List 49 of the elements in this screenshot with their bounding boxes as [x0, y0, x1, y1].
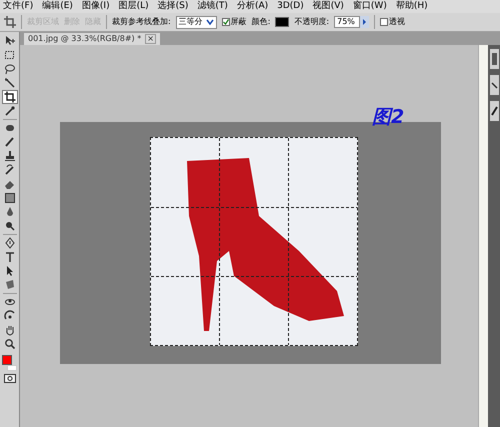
- stamp-icon: [4, 150, 16, 162]
- hand-icon: [4, 324, 16, 336]
- panel-icon[interactable]: [490, 75, 498, 95]
- shield-color-swatch[interactable]: [275, 17, 290, 27]
- brush-icon: [4, 136, 16, 148]
- menu-item[interactable]: 编辑(E): [42, 0, 73, 14]
- caret-icon: [206, 18, 214, 26]
- panel-icon[interactable]: [490, 101, 498, 121]
- menu-item[interactable]: 文件(F): [3, 0, 34, 14]
- zoom-icon: [4, 338, 16, 350]
- document-tab[interactable]: 001.jpg @ 33.3%(RGB/8#) * ×: [24, 33, 160, 45]
- color-label: 颜色:: [252, 16, 270, 28]
- eyedropper-icon: [4, 105, 16, 117]
- crop-tool-icon[interactable]: [4, 16, 16, 28]
- move-icon: [4, 35, 16, 47]
- menu-item[interactable]: 视图(V): [312, 0, 344, 14]
- eraser-icon: [4, 178, 16, 190]
- crop-icon: [4, 91, 16, 103]
- perspective-label: 透视: [389, 16, 406, 28]
- perspective-checkbox[interactable]: [380, 18, 388, 26]
- gradient-icon: [4, 192, 16, 204]
- foreground-color-swatch[interactable]: [2, 355, 12, 365]
- marquee-icon: [4, 49, 16, 61]
- menu-item[interactable]: 滤镜(T): [197, 0, 228, 14]
- panel-icon[interactable]: [490, 49, 498, 69]
- slider-arrow-icon[interactable]: [360, 16, 370, 28]
- opacity-label: 不透明度:: [294, 16, 330, 28]
- magic-wand-icon: [4, 77, 16, 89]
- menu-item[interactable]: 选择(S): [158, 0, 188, 14]
- lasso-icon: [4, 63, 16, 75]
- menu-item[interactable]: 窗口(W): [352, 0, 387, 14]
- menu-item[interactable]: 图层(L): [118, 0, 149, 14]
- menu-item[interactable]: 3D(D): [277, 0, 304, 14]
- overlay-dropdown[interactable]: 三等分: [176, 16, 217, 28]
- menu-item[interactable]: 分析(A): [236, 0, 268, 14]
- shield-checkbox[interactable]: [222, 18, 230, 26]
- background-color-swatch[interactable]: [6, 365, 16, 371]
- tool-button[interactable]: [2, 90, 18, 104]
- close-button[interactable]: ×: [145, 34, 156, 44]
- type-icon: [4, 251, 16, 263]
- quick-mask-icon[interactable]: [4, 374, 16, 383]
- menu-item[interactable]: 图像(I): [82, 0, 110, 14]
- menu-item[interactable]: 帮助(H): [396, 0, 428, 14]
- handwritten-annotation: 图2: [372, 108, 404, 127]
- vertical-scrollbar[interactable]: [478, 45, 488, 427]
- opacity-field[interactable]: 75%: [334, 16, 360, 28]
- overlay-label: 裁剪参考线叠加:: [112, 16, 171, 28]
- shape-icon: [4, 279, 16, 291]
- shield-label: 屏蔽: [230, 16, 247, 28]
